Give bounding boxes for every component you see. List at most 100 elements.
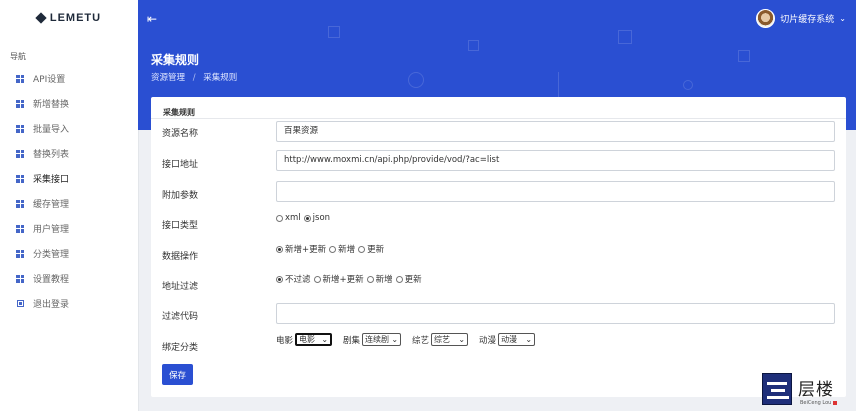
user-name: 切片缓存系统 (780, 15, 835, 25)
sidebar-item-label: 分类管理 (33, 250, 70, 260)
grid-icon (16, 199, 24, 208)
filter-label: 地址过滤 (162, 282, 199, 292)
sidebar-item-label: 设置教程 (33, 275, 70, 285)
radio-json[interactable]: json (303, 213, 331, 223)
watermark-sub: BeiCeng Lou (800, 400, 838, 406)
sidebar-item-api-settings[interactable]: API设置 (0, 66, 138, 91)
user-menu[interactable]: 切片缓存系统 ⌄ (756, 9, 846, 28)
sidebar-item-label: 采集接口 (33, 175, 70, 185)
filter-code-input[interactable] (276, 303, 835, 324)
form-card: 采集规则 资源名称 百果资源 接口地址 http://www.moxmi.cn/… (151, 97, 846, 397)
brand-logo[interactable]: LEMETU (0, 0, 138, 36)
decor-circle (408, 72, 424, 88)
radio-filter-update[interactable]: 更新 (395, 273, 422, 285)
radio-filter-add[interactable]: 新增 (366, 273, 393, 285)
save-button[interactable]: 保存 (162, 364, 193, 385)
variety-select[interactable]: 综艺 ⌄ (431, 333, 469, 346)
radio-update[interactable]: 更新 (358, 243, 384, 255)
sidebar-item-categories[interactable]: 分类管理 (0, 241, 138, 266)
logout-icon (17, 300, 24, 307)
radio-circle (276, 214, 283, 222)
api-url-input[interactable]: http://www.moxmi.cn/api.php/provide/vod/… (276, 150, 835, 171)
radio-add[interactable]: 新增 (329, 243, 355, 255)
select-label-movie: 电影 (276, 335, 294, 346)
nav-list: API设置 新增替换 批量导入 替换列表 采集接口 缓存管理 用户管理 分类管理… (0, 66, 138, 316)
data-op-label: 数据操作 (162, 252, 199, 262)
name-input[interactable]: 百果资源 (276, 121, 835, 142)
sidebar-item-label: 缓存管理 (33, 200, 70, 210)
sidebar-item-batch-import[interactable]: 批量导入 (0, 116, 138, 141)
grid-icon (16, 149, 24, 158)
filter-radio-group: 不过滤 新增+更新 新增 更新 (276, 273, 425, 285)
radio-circle (395, 275, 403, 283)
sidebar-item-label: 替换列表 (33, 150, 70, 160)
red-square-icon (833, 400, 838, 405)
breadcrumb-item-resource[interactable]: 资源管理 (151, 73, 185, 83)
grid-icon (16, 224, 24, 233)
watermark-sub-text: BeiCeng Lou (800, 400, 832, 406)
sidebar-item-label: 退出登录 (33, 300, 70, 310)
radio-circle (366, 275, 374, 283)
radio-no-filter[interactable]: 不过滤 (276, 273, 311, 285)
sidebar-item-users[interactable]: 用户管理 (0, 216, 138, 241)
grid-icon (16, 274, 24, 283)
watermark-logo-icon (762, 373, 792, 405)
radio-label: 新增 (375, 275, 393, 285)
watermark: 层楼 BeiCeng Lou (760, 373, 848, 407)
sidebar-toggle-icon[interactable]: ⇤ (147, 12, 157, 26)
sidebar-item-label: 批量导入 (33, 125, 70, 135)
sidebar-item-logout[interactable]: 退出登录 (0, 291, 138, 316)
sidebar-item-label: 用户管理 (33, 225, 70, 235)
sidebar-item-tutorial[interactable]: 设置教程 (0, 266, 138, 291)
radio-filter-add-update[interactable]: 新增+更新 (313, 273, 364, 285)
movie-select[interactable]: 电影 ⌄ (295, 333, 333, 346)
sidebar-item-label: 新增替换 (33, 100, 70, 110)
breadcrumb-separator: / (192, 73, 196, 83)
grid-icon (16, 74, 24, 83)
select-value: 综艺 (434, 335, 451, 344)
api-label: 接口地址 (162, 160, 199, 170)
sidebar-item-add-replace[interactable]: 新增替换 (0, 91, 138, 116)
sidebar-item-collect-api[interactable]: 采集接口 (0, 166, 138, 191)
decor-square (468, 40, 479, 51)
radio-xml[interactable]: xml (276, 213, 301, 223)
sidebar-item-cache[interactable]: 缓存管理 (0, 191, 138, 216)
brand-name: LEMETU (49, 12, 102, 24)
chevron-down-icon: ⌄ (839, 14, 846, 23)
type-label: 接口类型 (162, 221, 199, 231)
sidebar: LEMETU 导航 API设置 新增替换 批量导入 替换列表 采集接口 缓存管理 (0, 0, 139, 411)
params-input[interactable] (276, 181, 835, 202)
radio-circle-checked (303, 214, 311, 222)
decor-square (618, 30, 632, 44)
breadcrumb: 资源管理 / 采集规则 (151, 71, 237, 83)
radio-add-update[interactable]: 新增+更新 (276, 243, 326, 255)
chevron-down-icon: ⌄ (458, 335, 466, 344)
radio-label: json (312, 213, 331, 223)
nav-heading: 导航 (10, 52, 26, 61)
filter-code-label: 过滤代码 (162, 312, 199, 322)
chevron-down-icon: ⌄ (321, 335, 329, 344)
name-label: 资源名称 (162, 129, 199, 139)
decor-square (328, 26, 340, 38)
divider (151, 118, 846, 119)
radio-label: 更新 (367, 245, 385, 255)
watermark-text: 层楼 (798, 380, 834, 400)
radio-label: 不过滤 (285, 275, 311, 285)
anime-select[interactable]: 动漫 ⌄ (498, 333, 536, 346)
grid-icon (16, 249, 24, 258)
select-value: 连续剧 (365, 335, 390, 344)
decor-circle (683, 80, 693, 90)
grid-icon (16, 124, 24, 133)
sidebar-item-replace-list[interactable]: 替换列表 (0, 141, 138, 166)
radio-label: 更新 (404, 275, 422, 285)
radio-label: xml (285, 213, 301, 223)
logo-diamond-icon (35, 12, 47, 24)
data-op-radio-group: 新增+更新 新增 更新 (276, 243, 387, 255)
series-select[interactable]: 连续剧 ⌄ (362, 333, 402, 346)
chevron-down-icon: ⌄ (525, 335, 533, 344)
category-selects: 电影 电影 ⌄ 剧集 连续剧 ⌄ 综艺 综艺 ⌄ 动漫 动漫 ⌄ (276, 333, 546, 346)
card-title: 采集规则 (163, 108, 195, 117)
radio-circle-checked (276, 245, 283, 253)
select-label-anime: 动漫 (479, 335, 497, 346)
grid-icon (16, 174, 24, 183)
